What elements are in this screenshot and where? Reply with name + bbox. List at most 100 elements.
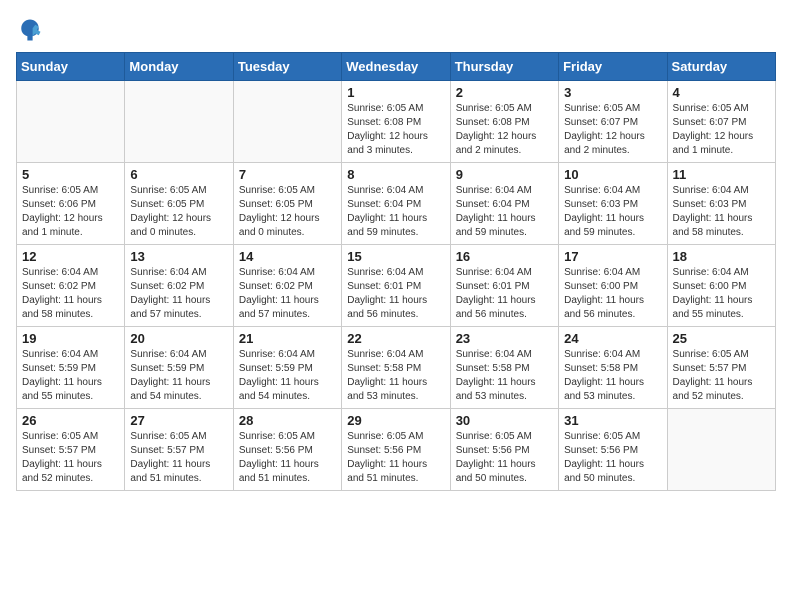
- calendar-cell: 9 Sunrise: 6:04 AM Sunset: 6:04 PM Daylig…: [450, 163, 558, 245]
- day-number: 13: [130, 249, 227, 264]
- day-number: 10: [564, 167, 661, 182]
- calendar-cell: 27Sunrise: 6:05 AM Sunset: 5:57 PM Dayli…: [125, 409, 233, 491]
- day-number: 29: [347, 413, 444, 428]
- calendar: SundayMondayTuesdayWednesdayThursdayFrid…: [16, 52, 776, 491]
- calendar-week-5: 26Sunrise: 6:05 AM Sunset: 5:57 PM Dayli…: [17, 409, 776, 491]
- day-info: Sunrise: 6:04 AM Sunset: 6:02 PM Dayligh…: [130, 266, 227, 322]
- calendar-cell: 16 Sunrise: 6:04 AM Sunset: 6:01 PM Dayli…: [450, 245, 558, 327]
- day-info: Sunrise: 6:05 AM Sunset: 5:56 PM Dayligh…: [564, 430, 661, 486]
- calendar-cell: 26Sunrise: 6:05 AM Sunset: 5:57 PM Dayli…: [17, 409, 125, 491]
- day-number: 17: [564, 249, 661, 264]
- day-info: Sunrise: 6:04 AM Sunset: 6:03 PM Dayligh…: [673, 184, 770, 240]
- day-number: 30: [456, 413, 553, 428]
- calendar-cell: 15 Sunrise: 6:04 AM Sunset: 6:01 PM Dayli…: [342, 245, 450, 327]
- day-info: Sunrise: 6:05 AM Sunset: 5:57 PM Dayligh…: [673, 348, 770, 404]
- day-number: 8: [347, 167, 444, 182]
- day-info: Sunrise: 6:04 AM Sunset: 5:58 PM Dayligh…: [564, 348, 661, 404]
- logo-icon: [16, 16, 44, 44]
- day-number: 15: [347, 249, 444, 264]
- day-number: 16: [456, 249, 553, 264]
- calendar-cell: [233, 81, 341, 163]
- day-info: Sunrise: 6:05 AM Sunset: 5:56 PM Dayligh…: [239, 430, 336, 486]
- day-info: Sunrise: 6:05 AM Sunset: 5:56 PM Dayligh…: [456, 430, 553, 486]
- calendar-cell: [17, 81, 125, 163]
- day-info: Sunrise: 6:04 AM Sunset: 5:58 PM Dayligh…: [456, 348, 553, 404]
- calendar-cell: [125, 81, 233, 163]
- day-number: 6: [130, 167, 227, 182]
- calendar-cell: 18 Sunrise: 6:04 AM Sunset: 6:00 PM Dayli…: [667, 245, 775, 327]
- calendar-header-monday: Monday: [125, 53, 233, 81]
- day-number: 2: [456, 85, 553, 100]
- calendar-cell: 31 Sunrise: 6:05 AM Sunset: 5:56 PM Dayli…: [559, 409, 667, 491]
- calendar-header-friday: Friday: [559, 53, 667, 81]
- calendar-cell: 4 Sunrise: 6:05 AM Sunset: 6:07 PM Daylig…: [667, 81, 775, 163]
- calendar-cell: 29 Sunrise: 6:05 AM Sunset: 5:56 PM Dayli…: [342, 409, 450, 491]
- calendar-cell: 25 Sunrise: 6:05 AM Sunset: 5:57 PM Dayli…: [667, 327, 775, 409]
- day-number: 18: [673, 249, 770, 264]
- day-info: Sunrise: 6:04 AM Sunset: 6:03 PM Dayligh…: [564, 184, 661, 240]
- day-info: Sunrise: 6:04 AM Sunset: 6:02 PM Dayligh…: [22, 266, 119, 322]
- day-number: 23: [456, 331, 553, 346]
- calendar-cell: 7Sunrise: 6:05 AM Sunset: 6:05 PM Daylig…: [233, 163, 341, 245]
- day-number: 22: [347, 331, 444, 346]
- day-number: 20: [130, 331, 227, 346]
- day-info: Sunrise: 6:05 AM Sunset: 5:57 PM Dayligh…: [22, 430, 119, 486]
- calendar-cell: 30 Sunrise: 6:05 AM Sunset: 5:56 PM Dayli…: [450, 409, 558, 491]
- calendar-cell: 28 Sunrise: 6:05 AM Sunset: 5:56 PM Dayli…: [233, 409, 341, 491]
- day-info: Sunrise: 6:05 AM Sunset: 6:05 PM Dayligh…: [130, 184, 227, 240]
- day-number: 5: [22, 167, 119, 182]
- calendar-cell: 20Sunrise: 6:04 AM Sunset: 5:59 PM Dayli…: [125, 327, 233, 409]
- day-number: 11: [673, 167, 770, 182]
- calendar-cell: 21Sunrise: 6:04 AM Sunset: 5:59 PM Dayli…: [233, 327, 341, 409]
- day-info: Sunrise: 6:04 AM Sunset: 6:01 PM Dayligh…: [456, 266, 553, 322]
- day-info: Sunrise: 6:04 AM Sunset: 6:00 PM Dayligh…: [673, 266, 770, 322]
- day-number: 3: [564, 85, 661, 100]
- day-info: Sunrise: 6:04 AM Sunset: 6:00 PM Dayligh…: [564, 266, 661, 322]
- calendar-cell: 12 Sunrise: 6:04 AM Sunset: 6:02 PM Dayli…: [17, 245, 125, 327]
- calendar-cell: 23 Sunrise: 6:04 AM Sunset: 5:58 PM Dayli…: [450, 327, 558, 409]
- calendar-week-1: 1 Sunrise: 6:05 AM Sunset: 6:08 PM Daylig…: [17, 81, 776, 163]
- calendar-week-3: 12 Sunrise: 6:04 AM Sunset: 6:02 PM Dayli…: [17, 245, 776, 327]
- calendar-cell: [667, 409, 775, 491]
- day-number: 25: [673, 331, 770, 346]
- day-number: 1: [347, 85, 444, 100]
- day-number: 19: [22, 331, 119, 346]
- calendar-cell: 8Sunrise: 6:04 AM Sunset: 6:04 PM Daylig…: [342, 163, 450, 245]
- day-info: Sunrise: 6:04 AM Sunset: 6:01 PM Dayligh…: [347, 266, 444, 322]
- calendar-cell: 22Sunrise: 6:04 AM Sunset: 5:58 PM Dayli…: [342, 327, 450, 409]
- calendar-cell: 19Sunrise: 6:04 AM Sunset: 5:59 PM Dayli…: [17, 327, 125, 409]
- day-number: 24: [564, 331, 661, 346]
- day-info: Sunrise: 6:05 AM Sunset: 6:08 PM Dayligh…: [456, 102, 553, 158]
- day-info: Sunrise: 6:04 AM Sunset: 6:02 PM Dayligh…: [239, 266, 336, 322]
- day-number: 28: [239, 413, 336, 428]
- calendar-header-tuesday: Tuesday: [233, 53, 341, 81]
- calendar-cell: 6 Sunrise: 6:05 AM Sunset: 6:05 PM Daylig…: [125, 163, 233, 245]
- calendar-header-sunday: Sunday: [17, 53, 125, 81]
- calendar-header-wednesday: Wednesday: [342, 53, 450, 81]
- day-number: 21: [239, 331, 336, 346]
- day-info: Sunrise: 6:05 AM Sunset: 5:56 PM Dayligh…: [347, 430, 444, 486]
- day-number: 12: [22, 249, 119, 264]
- day-info: Sunrise: 6:05 AM Sunset: 5:57 PM Dayligh…: [130, 430, 227, 486]
- calendar-cell: 5 Sunrise: 6:05 AM Sunset: 6:06 PM Daylig…: [17, 163, 125, 245]
- calendar-header-saturday: Saturday: [667, 53, 775, 81]
- calendar-cell: 14 Sunrise: 6:04 AM Sunset: 6:02 PM Dayli…: [233, 245, 341, 327]
- day-info: Sunrise: 6:05 AM Sunset: 6:06 PM Dayligh…: [22, 184, 119, 240]
- calendar-week-4: 19Sunrise: 6:04 AM Sunset: 5:59 PM Dayli…: [17, 327, 776, 409]
- day-info: Sunrise: 6:05 AM Sunset: 6:08 PM Dayligh…: [347, 102, 444, 158]
- day-info: Sunrise: 6:05 AM Sunset: 6:07 PM Dayligh…: [564, 102, 661, 158]
- calendar-cell: 2 Sunrise: 6:05 AM Sunset: 6:08 PM Daylig…: [450, 81, 558, 163]
- calendar-cell: 11 Sunrise: 6:04 AM Sunset: 6:03 PM Dayli…: [667, 163, 775, 245]
- day-info: Sunrise: 6:04 AM Sunset: 6:04 PM Dayligh…: [456, 184, 553, 240]
- day-info: Sunrise: 6:05 AM Sunset: 6:05 PM Dayligh…: [239, 184, 336, 240]
- day-number: 9: [456, 167, 553, 182]
- day-info: Sunrise: 6:05 AM Sunset: 6:07 PM Dayligh…: [673, 102, 770, 158]
- day-number: 14: [239, 249, 336, 264]
- calendar-week-2: 5 Sunrise: 6:05 AM Sunset: 6:06 PM Daylig…: [17, 163, 776, 245]
- header: [16, 16, 776, 44]
- calendar-header-thursday: Thursday: [450, 53, 558, 81]
- calendar-header-row: SundayMondayTuesdayWednesdayThursdayFrid…: [17, 53, 776, 81]
- day-number: 4: [673, 85, 770, 100]
- day-number: 31: [564, 413, 661, 428]
- calendar-cell: 3 Sunrise: 6:05 AM Sunset: 6:07 PM Daylig…: [559, 81, 667, 163]
